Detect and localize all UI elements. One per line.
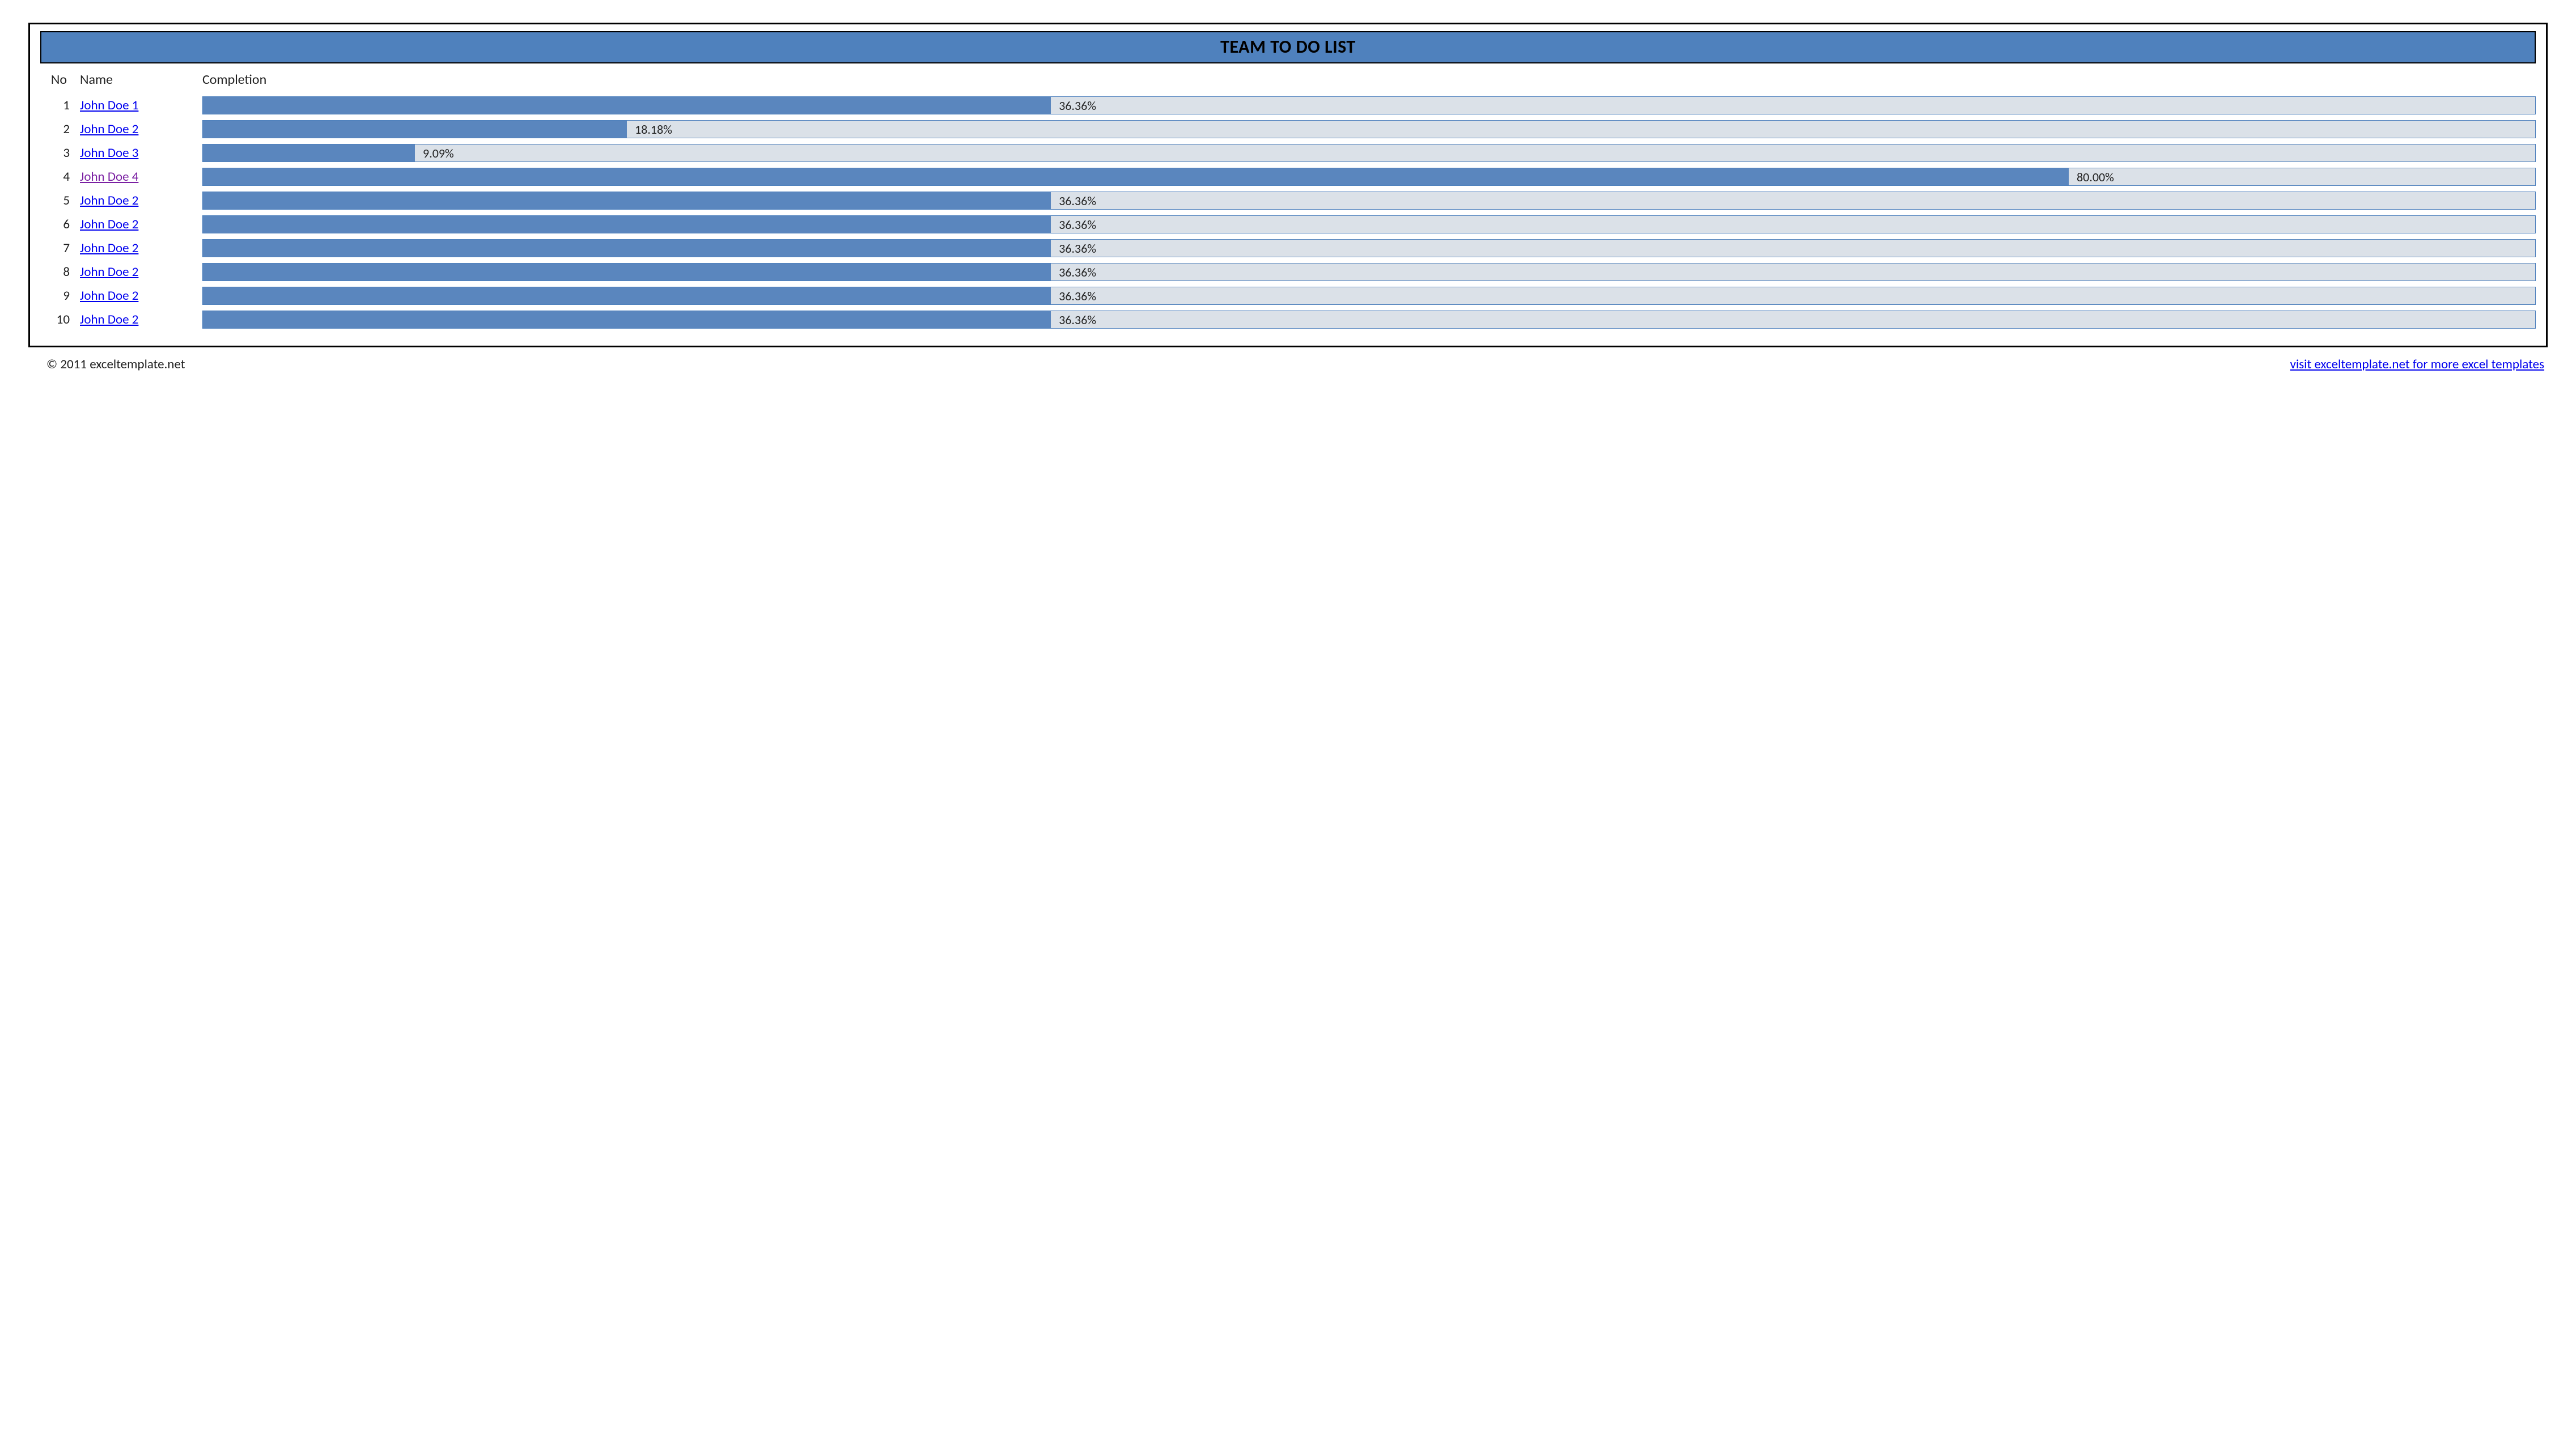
progress-bar-label: 36.36% <box>1051 241 1096 256</box>
progress-bar: 36.36% <box>202 239 2536 257</box>
row-bar-cell: 36.36% <box>194 260 2536 284</box>
progress-bar: 36.36% <box>202 287 2536 305</box>
progress-bar-fill <box>203 192 1051 209</box>
progress-bar-fill <box>203 287 1051 304</box>
row-number: 10 <box>40 308 75 331</box>
row-bar-cell: 80.00% <box>194 165 2536 189</box>
header-completion: Completion <box>194 69 2536 93</box>
person-link[interactable]: John Doe 2 <box>80 312 138 328</box>
row-name-cell: John Doe 2 <box>75 284 194 308</box>
progress-bar-fill <box>203 168 2069 185</box>
row-number: 9 <box>40 284 75 308</box>
header-name: Name <box>75 69 194 93</box>
row-bar-cell: 36.36% <box>194 212 2536 236</box>
data-grid: No Name Completion 1 John Doe 1 36.36% 2 Joh… <box>40 69 2536 331</box>
row-number: 3 <box>40 141 75 165</box>
header-no: No <box>40 69 75 93</box>
progress-bar: 9.09% <box>202 144 2536 162</box>
progress-bar-label: 36.36% <box>1051 288 1096 304</box>
person-link[interactable]: John Doe 3 <box>80 145 138 161</box>
progress-bar-label: 36.36% <box>1051 98 1096 113</box>
content-frame: TEAM TO DO LIST No Name Completion 1 John… <box>28 23 2548 347</box>
person-link[interactable]: John Doe 2 <box>80 121 138 137</box>
progress-bar-fill <box>203 121 627 138</box>
progress-bar: 80.00% <box>202 168 2536 186</box>
row-number: 1 <box>40 93 75 117</box>
person-link[interactable]: John Doe 2 <box>80 264 138 280</box>
progress-bar-label: 18.18% <box>627 122 672 137</box>
row-number: 5 <box>40 189 75 212</box>
row-name-cell: John Doe 2 <box>75 189 194 212</box>
row-name-cell: John Doe 2 <box>75 308 194 331</box>
person-link[interactable]: John Doe 2 <box>80 193 138 209</box>
person-link[interactable]: John Doe 1 <box>80 97 138 113</box>
progress-bar-label: 36.36% <box>1051 265 1096 280</box>
progress-bar-label: 80.00% <box>2069 169 2114 185</box>
row-name-cell: John Doe 2 <box>75 117 194 141</box>
row-name-cell: John Doe 1 <box>75 93 194 117</box>
progress-bar-fill <box>203 97 1051 114</box>
row-number: 7 <box>40 236 75 260</box>
person-link[interactable]: John Doe 4 <box>80 169 138 185</box>
footer-copyright: © 2011 exceltemplate.net <box>46 356 185 372</box>
row-bar-cell: 9.09% <box>194 141 2536 165</box>
progress-bar: 36.36% <box>202 96 2536 114</box>
row-bar-cell: 36.36% <box>194 308 2536 331</box>
row-name-cell: John Doe 2 <box>75 236 194 260</box>
progress-bar: 36.36% <box>202 311 2536 329</box>
progress-bar-fill <box>203 240 1051 257</box>
page-title: TEAM TO DO LIST <box>40 31 2536 63</box>
row-bar-cell: 36.36% <box>194 236 2536 260</box>
footer-link-wrap: visit exceltemplate.net for more excel t… <box>2290 356 2544 372</box>
person-link[interactable]: John Doe 2 <box>80 288 138 304</box>
person-link[interactable]: John Doe 2 <box>80 240 138 256</box>
progress-bar: 36.36% <box>202 192 2536 210</box>
footer: © 2011 exceltemplate.net visit exceltemp… <box>28 347 2548 372</box>
progress-bar-label: 36.36% <box>1051 312 1096 328</box>
row-number: 2 <box>40 117 75 141</box>
person-link[interactable]: John Doe 2 <box>80 216 138 232</box>
progress-bar-fill <box>203 216 1051 233</box>
progress-bar-fill <box>203 263 1051 280</box>
progress-bar-label: 36.36% <box>1051 217 1096 232</box>
progress-bar-fill <box>203 311 1051 328</box>
row-number: 6 <box>40 212 75 236</box>
progress-bar: 36.36% <box>202 263 2536 281</box>
progress-bar: 36.36% <box>202 215 2536 233</box>
row-number: 4 <box>40 165 75 189</box>
row-name-cell: John Doe 3 <box>75 141 194 165</box>
row-bar-cell: 36.36% <box>194 93 2536 117</box>
row-bar-cell: 36.36% <box>194 189 2536 212</box>
row-name-cell: John Doe 2 <box>75 260 194 284</box>
row-bar-cell: 36.36% <box>194 284 2536 308</box>
row-bar-cell: 18.18% <box>194 117 2536 141</box>
row-name-cell: John Doe 2 <box>75 212 194 236</box>
progress-bar-fill <box>203 144 415 161</box>
footer-link[interactable]: visit exceltemplate.net for more excel t… <box>2290 356 2544 372</box>
progress-bar: 18.18% <box>202 120 2536 138</box>
progress-bar-label: 9.09% <box>415 146 454 161</box>
row-name-cell: John Doe 4 <box>75 165 194 189</box>
row-number: 8 <box>40 260 75 284</box>
progress-bar-label: 36.36% <box>1051 193 1096 209</box>
